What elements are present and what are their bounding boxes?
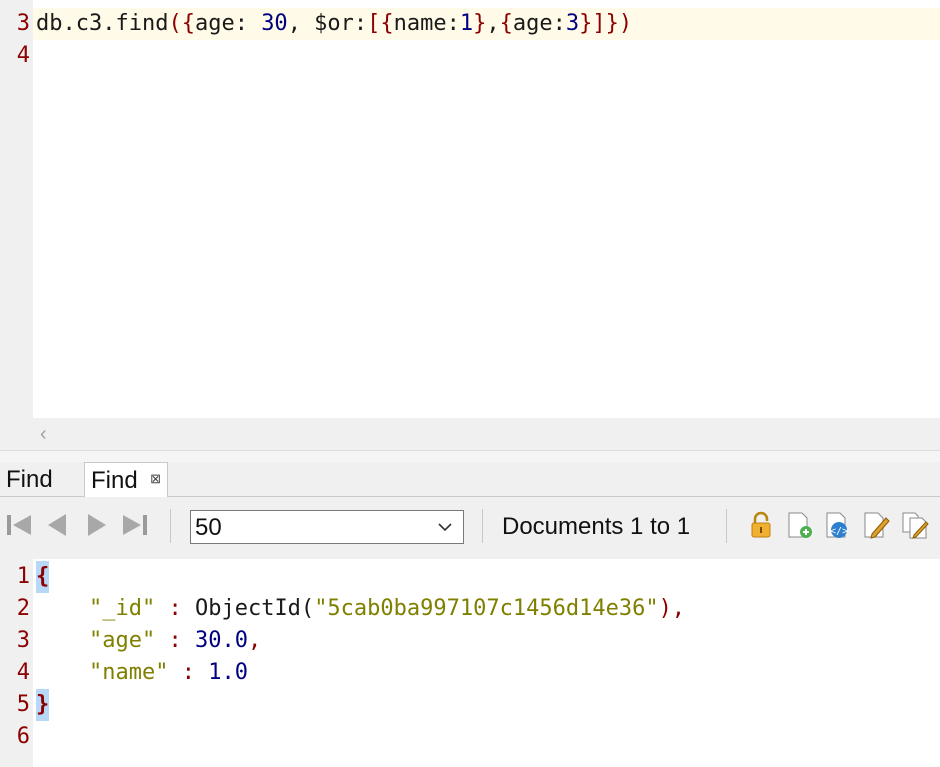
editor-line[interactable]: 4 bbox=[0, 40, 940, 72]
edit-document-icon[interactable] bbox=[860, 510, 890, 540]
line-number: 3 bbox=[16, 628, 30, 653]
result-line[interactable]: 6 bbox=[0, 721, 940, 753]
close-tab-icon[interactable]: ⊠ bbox=[150, 461, 161, 497]
result-line-content: "_id" : ObjectId("5cab0ba997107c1456d14e… bbox=[36, 593, 685, 625]
new-document-icon[interactable] bbox=[784, 510, 814, 540]
field-key: "name" bbox=[88, 660, 169, 685]
line-number: 3 bbox=[16, 11, 30, 36]
line-number: 5 bbox=[16, 692, 30, 717]
svg-text:</>: </> bbox=[830, 526, 848, 537]
tab-find-2[interactable]: Find ⊠ bbox=[84, 462, 168, 497]
result-line[interactable]: 5 } bbox=[0, 689, 940, 721]
line-end: ), bbox=[658, 596, 686, 621]
last-page-icon[interactable] bbox=[120, 510, 150, 540]
chevron-down-icon[interactable] bbox=[437, 519, 453, 535]
field-value: 30.0 bbox=[194, 628, 248, 653]
result-line[interactable]: 2 "_id" : ObjectId("5cab0ba997107c1456d1… bbox=[0, 593, 940, 625]
tab-find-1[interactable]: Find bbox=[0, 462, 82, 496]
result-toolbar: 50 Documents 1 to 1 </> bbox=[0, 497, 940, 560]
field-separator: : bbox=[155, 628, 195, 653]
result-line-content: "age" : 30.0, bbox=[36, 625, 261, 657]
field-key: "_id" bbox=[88, 596, 156, 621]
field-separator: : bbox=[168, 660, 209, 685]
tab-label: Find bbox=[6, 466, 53, 493]
line-end: , bbox=[247, 628, 262, 653]
line-number: 4 bbox=[16, 43, 30, 68]
query-editor[interactable]: 3 db.c3.find({age: 30, $or:[{name:1},{ag… bbox=[0, 0, 940, 418]
lock-icon[interactable] bbox=[746, 510, 776, 540]
field-value: 1.0 bbox=[208, 660, 248, 685]
toolbar-separator bbox=[482, 509, 483, 543]
line-number: 2 bbox=[16, 596, 30, 621]
editor-line[interactable]: 3 db.c3.find({age: 30, $or:[{name:1},{ag… bbox=[0, 8, 940, 40]
line-number: 6 bbox=[16, 724, 30, 749]
page-size-select[interactable]: 50 bbox=[190, 510, 464, 544]
result-line[interactable]: 3 "age" : 30.0, bbox=[0, 625, 940, 657]
line-number: 1 bbox=[16, 564, 30, 589]
result-line-content: "name" : 1.0 bbox=[36, 657, 248, 689]
open-brace: { bbox=[36, 561, 50, 593]
result-line[interactable]: 1 { bbox=[0, 561, 940, 593]
toolbar-separator bbox=[726, 509, 727, 543]
result-viewer[interactable]: 1 { 2 "_id" : ObjectId("5cab0ba997107c14… bbox=[0, 559, 940, 767]
documents-range-label: Documents 1 to 1 bbox=[502, 513, 691, 540]
view-json-icon[interactable]: </> bbox=[822, 510, 852, 540]
close-brace: } bbox=[36, 689, 50, 721]
previous-page-icon[interactable] bbox=[42, 510, 72, 540]
next-page-icon[interactable] bbox=[82, 510, 112, 540]
first-page-icon[interactable] bbox=[4, 510, 34, 540]
result-line[interactable]: 4 "name" : 1.0 bbox=[0, 657, 940, 689]
query-text[interactable]: db.c3.find({age: 30, $or:[{name:1},{age:… bbox=[36, 8, 632, 40]
toolbar-separator bbox=[170, 509, 171, 543]
result-tabs: Find Find ⊠ bbox=[0, 462, 940, 497]
horizontal-scrollbar[interactable]: ‹ bbox=[0, 418, 940, 450]
objectid-func: ObjectId( bbox=[194, 596, 315, 621]
page-size-value: 50 bbox=[195, 514, 222, 541]
line-number: 4 bbox=[16, 660, 30, 685]
tab-label: Find bbox=[91, 467, 138, 494]
scroll-left-icon[interactable]: ‹ bbox=[40, 422, 47, 446]
field-separator: : bbox=[155, 596, 195, 621]
objectid-value: "5cab0ba997107c1456d14e36" bbox=[314, 596, 659, 621]
field-key: "age" bbox=[88, 628, 156, 653]
copy-document-icon[interactable] bbox=[900, 510, 930, 540]
